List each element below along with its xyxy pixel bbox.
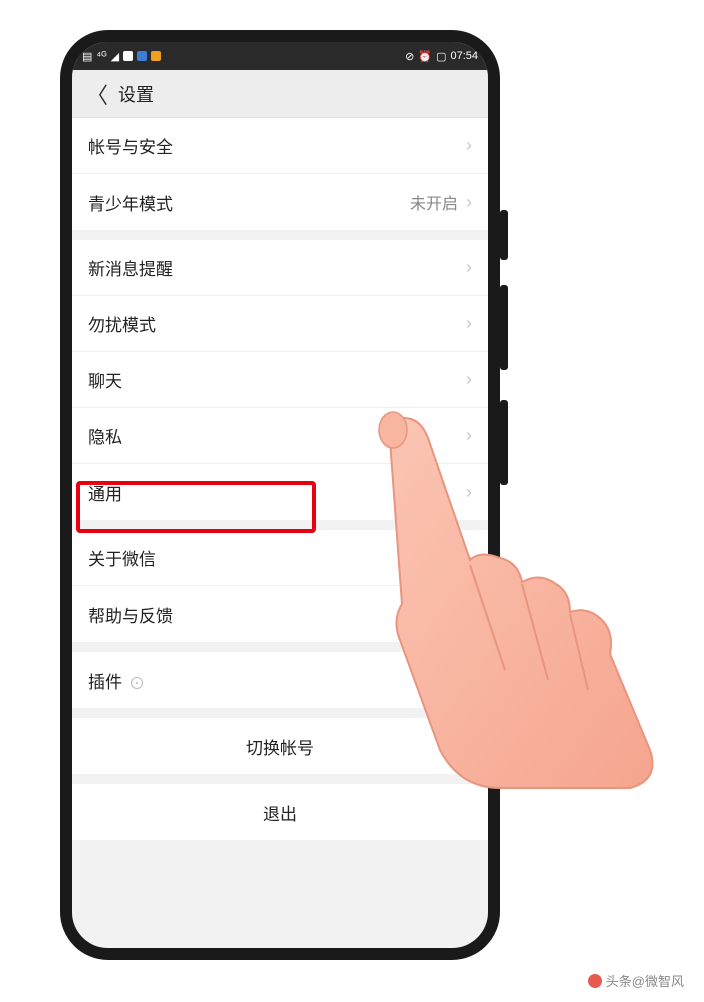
- row-youth-mode[interactable]: 青少年模式 未开启 ›: [72, 174, 488, 230]
- chevron-right-icon: ›: [466, 369, 472, 390]
- phone-frame: ▤ ⁴ᴳ ◢ ⊘ ⏰ ▢ 07:54 〈 设置 帐号与安全 › 青少年模式 未开…: [60, 30, 500, 960]
- wifi-icon: ◢: [111, 50, 119, 63]
- chevron-right-icon: ›: [466, 257, 472, 278]
- row-label: 关于微信: [88, 545, 466, 570]
- button-label: 切换帐号: [246, 734, 314, 759]
- row-notifications[interactable]: 新消息提醒 ›: [72, 240, 488, 296]
- row-value: 未开启: [410, 190, 458, 214]
- row-label: 帮助与反馈: [88, 602, 466, 627]
- row-label: 聊天: [88, 367, 466, 392]
- status-bar: ▤ ⁴ᴳ ◢ ⊘ ⏰ ▢ 07:54: [72, 42, 488, 70]
- app-icon: [137, 51, 147, 61]
- app-icon: [151, 51, 161, 61]
- row-do-not-disturb[interactable]: 勿扰模式 ›: [72, 296, 488, 352]
- vibrate-icon: ⊘: [405, 50, 414, 63]
- chevron-right-icon: ›: [466, 547, 472, 568]
- row-about[interactable]: 关于微信 ›: [72, 530, 488, 586]
- page-title: 设置: [118, 81, 154, 107]
- chevron-right-icon: ›: [466, 670, 472, 691]
- volume-down-button: [500, 400, 508, 485]
- row-label: 隐私: [88, 423, 466, 448]
- alarm-icon: ⏰: [418, 50, 432, 63]
- app-icon: [123, 51, 133, 61]
- row-general[interactable]: 通用 ›: [72, 464, 488, 520]
- header-bar: 〈 设置: [72, 70, 488, 118]
- row-label: 新消息提醒: [88, 255, 466, 280]
- battery-icon: ▢: [436, 50, 446, 63]
- row-help-feedback[interactable]: 帮助与反馈 ›: [72, 586, 488, 642]
- button-label: 退出: [263, 800, 297, 825]
- watermark-icon: [588, 974, 602, 988]
- row-label: 勿扰模式: [88, 311, 466, 336]
- settings-content: 帐号与安全 › 青少年模式 未开启 › 新消息提醒 › 勿扰模式 › 聊天 ›: [72, 118, 488, 948]
- chevron-right-icon: ›: [466, 482, 472, 503]
- status-time: 07:54: [450, 50, 478, 62]
- nav-icon: ▤: [82, 50, 92, 63]
- watermark-text: 头条@微智风: [606, 971, 684, 990]
- row-label: 插件: [88, 668, 466, 693]
- signal-icon: ⁴ᴳ: [96, 50, 106, 62]
- chevron-right-icon: ›: [466, 604, 472, 625]
- row-account[interactable]: 帐号与安全 ›: [72, 118, 488, 174]
- chevron-right-icon: ›: [466, 192, 472, 213]
- switch-account-button[interactable]: 切换帐号: [72, 718, 488, 774]
- watermark: 头条@微智风: [588, 971, 684, 990]
- chevron-right-icon: ›: [466, 425, 472, 446]
- row-privacy[interactable]: 隐私 ›: [72, 408, 488, 464]
- logout-button[interactable]: 退出: [72, 784, 488, 840]
- row-plugins[interactable]: 插件 ›: [72, 652, 488, 708]
- pin-icon: [131, 677, 143, 689]
- chevron-right-icon: ›: [466, 135, 472, 156]
- row-label: 帐号与安全: [88, 133, 466, 158]
- row-label: 青少年模式: [88, 190, 410, 215]
- chevron-right-icon: ›: [466, 313, 472, 334]
- row-label: 通用: [88, 480, 466, 505]
- row-chat[interactable]: 聊天 ›: [72, 352, 488, 408]
- power-button: [500, 210, 508, 260]
- back-icon[interactable]: 〈: [86, 78, 108, 110]
- volume-up-button: [500, 285, 508, 370]
